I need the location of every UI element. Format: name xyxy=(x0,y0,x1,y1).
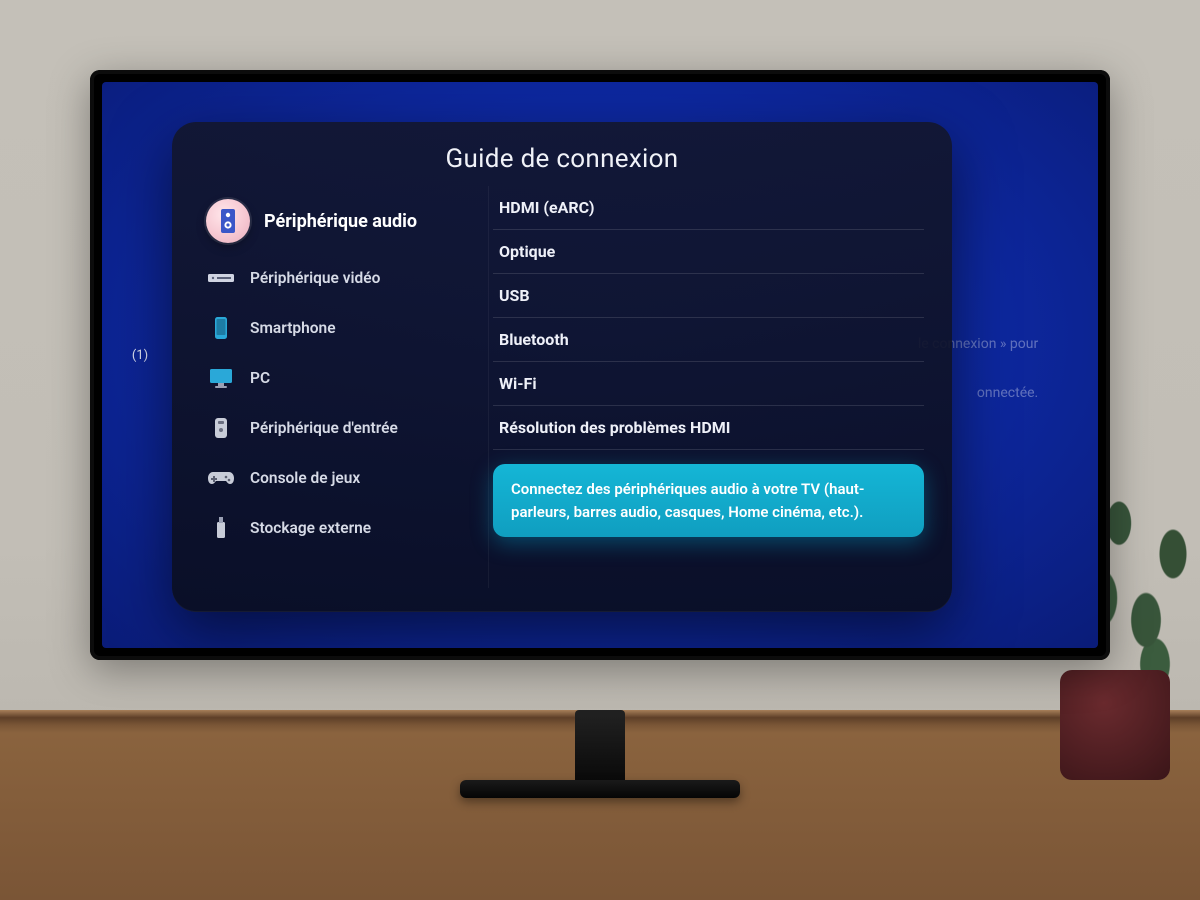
video-device-icon xyxy=(206,263,236,293)
smartphone-icon xyxy=(206,313,236,343)
category-label: Périphérique audio xyxy=(264,211,417,232)
category-label: Smartphone xyxy=(250,319,336,337)
option-hdmi-earc[interactable]: HDMI (eARC) xyxy=(493,186,924,230)
speaker-icon xyxy=(206,199,250,243)
storage-icon xyxy=(206,513,236,543)
option-wifi[interactable]: Wi-Fi xyxy=(493,362,924,406)
connection-options: HDMI (eARC) Optique USB Bluetooth Wi-Fi … xyxy=(488,186,924,588)
footnote-marker: (1) xyxy=(132,348,148,363)
category-external-storage[interactable]: Stockage externe xyxy=(200,504,470,552)
option-bluetooth[interactable]: Bluetooth xyxy=(493,318,924,362)
monitor-icon xyxy=(206,363,236,393)
option-optical[interactable]: Optique xyxy=(493,230,924,274)
category-audio-device[interactable]: Périphérique audio xyxy=(200,190,470,252)
panel-title: Guide de connexion xyxy=(200,144,924,174)
connection-guide-panel: Guide de connexion Périphérique audio Pé… xyxy=(172,122,952,612)
category-label: Console de jeux xyxy=(250,469,360,487)
tv-stand xyxy=(460,710,740,810)
option-hdmi-troubleshoot[interactable]: Résolution des problèmes HDMI xyxy=(493,406,924,450)
plant-pot xyxy=(1060,670,1170,780)
category-label: Périphérique d'entrée xyxy=(250,419,398,437)
option-usb[interactable]: USB xyxy=(493,274,924,318)
category-label: Périphérique vidéo xyxy=(250,269,380,287)
category-list: Périphérique audio Périphérique vidéo Sm… xyxy=(200,186,470,588)
category-game-console[interactable]: Console de jeux xyxy=(200,454,470,502)
gamepad-icon xyxy=(206,463,236,493)
category-label: PC xyxy=(250,369,270,387)
category-smartphone[interactable]: Smartphone xyxy=(200,304,470,352)
tip-callout: Connectez des périphériques audio à votr… xyxy=(493,464,924,537)
category-label: Stockage externe xyxy=(250,519,371,537)
category-video-device[interactable]: Périphérique vidéo xyxy=(200,254,470,302)
tv-frame: (1) le connexion » pour onnectée. Guide … xyxy=(90,70,1110,660)
category-pc[interactable]: PC xyxy=(200,354,470,402)
tv-screen: (1) le connexion » pour onnectée. Guide … xyxy=(102,82,1098,648)
category-input-device[interactable]: Périphérique d'entrée xyxy=(200,404,470,452)
input-device-icon xyxy=(206,413,236,443)
